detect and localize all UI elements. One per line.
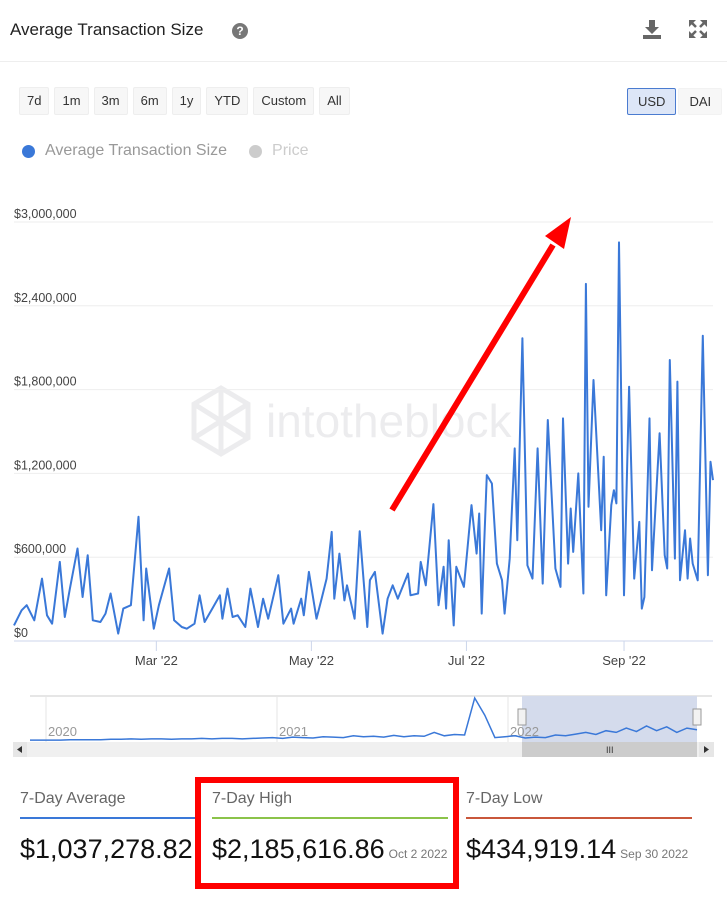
currency-dai-button[interactable]: DAI [678,88,723,115]
page-title: Average Transaction Size [10,20,204,39]
series-line [13,241,714,635]
range-custom-button[interactable]: Custom [253,87,315,115]
legend-label: Average Transaction Size [45,142,228,159]
main-chart: $0 $600,000 $1,200,000 $1,800,000 $2,400,000… [13,207,714,668]
range-6m-button[interactable]: 6m [132,87,167,115]
y-tick-label: $2,400,000 [14,291,77,305]
stat-underline [466,817,692,819]
stat-label: 7-Day Low [466,790,543,807]
stat-value: $434,919.14 [466,834,617,864]
legend-item-average-transaction-size[interactable]: Average Transaction Size [22,142,227,160]
range-1y-button[interactable]: 1y [171,87,202,115]
range-selector: 7d 1m 3m 6m 1y YTD Custom All [19,87,350,115]
stat-value: $1,037,278.82 [20,834,193,864]
legend-label: Price [272,142,309,159]
navigator: 2020 2021 2022III [13,695,714,757]
header: Average Transaction Size ? [0,0,727,62]
navigator-year-label: 2020 [48,724,77,739]
stat-7day-high: 7-Day High $2,185,616.86 Oct 2 2022 [212,790,452,865]
x-tick-label: Jul '22 [448,653,485,668]
stat-date: Sep 30 2022 [620,847,689,861]
x-tick-label: Mar '22 [135,653,178,668]
range-3m-button[interactable]: 3m [93,87,128,115]
y-tick-label: $3,000,000 [14,207,77,221]
stat-label: 7-Day Average [20,790,126,807]
legend-dot-icon [249,144,263,158]
expand-icon[interactable] [687,18,709,40]
download-icon[interactable] [641,18,663,40]
currency-toggle: USD DAI [627,88,723,115]
question-circle-icon[interactable]: ? [232,23,248,39]
y-tick-label: $1,200,000 [14,458,77,472]
range-1m-button[interactable]: 1m [54,87,89,115]
stat-underline [212,817,448,819]
scrollbar-grip-icon: III [606,745,614,755]
y-tick-label: $600,000 [14,542,66,556]
navigator-handle[interactable] [692,708,702,726]
legend-item-price[interactable]: Price [249,142,308,160]
x-tick-label: May '22 [289,653,334,668]
stat-7day-low: 7-Day Low $434,919.14 Sep 30 2022 [466,790,706,865]
x-tick-label: Sep '22 [602,653,646,668]
navigator-selected-range [522,696,697,742]
stat-date: Oct 2 2022 [388,847,448,861]
currency-usd-button[interactable]: USD [627,88,677,115]
range-7d-button[interactable]: 7d [19,87,50,115]
y-tick-label: $0 [14,626,28,640]
legend: Average Transaction Size Price [22,142,308,160]
range-ytd-button[interactable]: YTD [206,87,249,115]
stat-underline [20,817,196,819]
stat-value: $2,185,616.86 [212,834,385,864]
range-all-button[interactable]: All [319,87,350,115]
stat-label: 7-Day High [212,790,293,807]
stat-7day-average: 7-Day Average $1,037,278.82 [20,790,198,865]
navigator-handle[interactable] [517,708,527,726]
y-tick-label: $1,800,000 [14,375,77,389]
legend-dot-icon [22,144,35,158]
